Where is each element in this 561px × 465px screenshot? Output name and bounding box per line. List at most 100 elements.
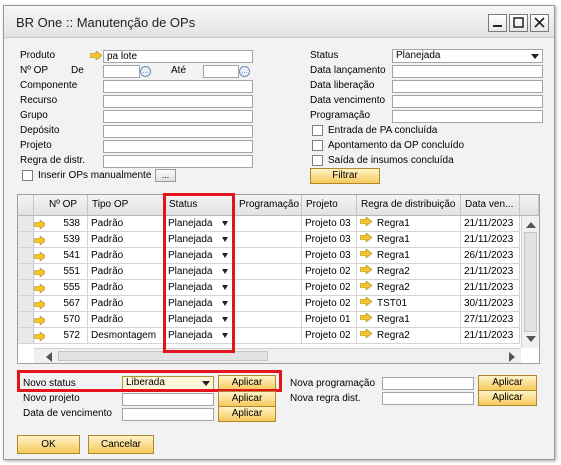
title-bar[interactable]: BR One :: Manutenção de OPs <box>4 6 554 38</box>
vertical-scroll-thumb[interactable] <box>524 232 537 332</box>
row-header[interactable] <box>18 248 34 264</box>
link-arrow-icon[interactable] <box>34 264 45 280</box>
data-vencimento-novo-input[interactable] <box>122 408 214 421</box>
cell-tipo: Padrão <box>88 280 165 296</box>
link-arrow-icon[interactable] <box>359 216 373 231</box>
cell-programacao[interactable] <box>235 280 302 296</box>
cancelar-button[interactable]: Cancelar <box>88 435 154 454</box>
link-arrow-icon[interactable] <box>359 280 373 295</box>
status-select[interactable]: Planejada <box>392 49 543 63</box>
cell-data: 26/11/2023 <box>461 248 520 264</box>
nova-regra-input[interactable] <box>382 392 474 405</box>
maximize-button[interactable] <box>509 14 528 32</box>
nop-ate-input[interactable] <box>203 65 239 78</box>
aplicar-data-button[interactable]: Aplicar <box>218 406 276 422</box>
componente-input[interactable] <box>103 80 253 93</box>
choose-from-list-icon[interactable]: … <box>140 66 151 77</box>
cell-data: 21/11/2023 <box>461 216 520 232</box>
filtrar-button[interactable]: Filtrar <box>310 168 380 184</box>
data-liberacao-input[interactable] <box>392 80 543 93</box>
cell-programacao[interactable] <box>235 264 302 280</box>
data-vencimento-label: Data vencimento <box>310 95 386 106</box>
aplicar-regra-button[interactable]: Aplicar <box>478 390 537 406</box>
link-arrow-icon[interactable] <box>359 264 373 279</box>
vertical-scrollbar[interactable] <box>521 216 539 348</box>
apontamento-checkbox[interactable] <box>312 140 323 151</box>
projeto-input[interactable] <box>103 140 253 153</box>
cell-tipo: Padrão <box>88 264 165 280</box>
link-arrow-icon[interactable] <box>34 232 45 248</box>
entrada-checkbox[interactable] <box>312 125 323 136</box>
aplicar-programacao-button[interactable]: Aplicar <box>478 375 537 391</box>
link-arrow-icon[interactable] <box>359 312 373 327</box>
saida-checkbox[interactable] <box>312 155 323 166</box>
cell-regra-value: Regra2 <box>377 282 410 294</box>
col-header-regra[interactable]: Regra de distribuição <box>357 195 461 216</box>
cell-nop: 570 <box>45 312 88 328</box>
grupo-input[interactable] <box>103 110 253 123</box>
choose-from-list-icon[interactable]: … <box>239 66 250 77</box>
row-header[interactable] <box>18 264 34 280</box>
cell-regra: TST01 <box>357 296 461 312</box>
status-column-highlight <box>163 193 235 353</box>
cell-regra: Regra2 <box>357 264 461 280</box>
browse-button[interactable]: ... <box>155 169 176 182</box>
cell-programacao[interactable] <box>235 248 302 264</box>
deposito-label: Depósito <box>20 125 60 136</box>
aplicar-projeto-button[interactable]: Aplicar <box>218 391 276 407</box>
data-lancamento-input[interactable] <box>392 65 543 78</box>
produto-input[interactable]: pa lote <box>103 50 253 63</box>
link-arrow-icon[interactable] <box>34 280 45 296</box>
row-header[interactable] <box>18 296 34 312</box>
chevron-down-icon <box>531 54 539 59</box>
cell-programacao[interactable] <box>235 296 302 312</box>
col-header-programacao[interactable]: Programação <box>235 195 302 216</box>
cell-programacao[interactable] <box>235 328 302 344</box>
link-arrow-icon[interactable] <box>90 51 102 60</box>
cell-programacao[interactable] <box>235 312 302 328</box>
link-arrow-icon[interactable] <box>34 296 45 312</box>
scroll-left-icon <box>46 352 52 362</box>
link-arrow-icon[interactable] <box>359 296 373 311</box>
link-arrow-icon[interactable] <box>34 328 45 344</box>
link-arrow-icon[interactable] <box>34 248 45 264</box>
deposito-input[interactable] <box>103 125 253 138</box>
data-vencimento-input[interactable] <box>392 95 543 108</box>
cell-data: 21/11/2023 <box>461 264 520 280</box>
regra-input[interactable] <box>103 155 253 168</box>
programacao-input[interactable] <box>392 110 543 123</box>
row-header[interactable] <box>18 312 34 328</box>
col-header-projeto[interactable]: Projeto <box>302 195 357 216</box>
col-header-nop[interactable]: Nº OP <box>45 195 88 216</box>
nova-programacao-input[interactable] <box>382 377 474 390</box>
cell-projeto: Projeto 02 <box>302 264 357 280</box>
recurso-input[interactable] <box>103 95 253 108</box>
row-header[interactable] <box>18 280 34 296</box>
link-arrow-icon[interactable] <box>359 248 373 263</box>
inserir-ops-checkbox[interactable] <box>22 170 33 181</box>
data-vencimento-novo-label: Data de vencimento <box>23 408 112 419</box>
cell-regra: Regra1 <box>357 312 461 328</box>
cell-programacao[interactable] <box>235 216 302 232</box>
row-header[interactable] <box>18 232 34 248</box>
close-icon <box>534 17 545 28</box>
nop-de-input[interactable] <box>103 65 140 78</box>
link-arrow-icon[interactable] <box>34 312 45 328</box>
row-header[interactable] <box>18 328 34 344</box>
col-header-data[interactable]: Data ven... <box>461 195 520 216</box>
cell-tipo: Padrão <box>88 312 165 328</box>
col-header-tipo[interactable]: Tipo OP <box>88 195 165 216</box>
link-arrow-icon[interactable] <box>34 216 45 232</box>
close-button[interactable] <box>530 14 549 32</box>
manutencao-ops-window: BR One :: Manutenção de OPs Produto pa l… <box>3 5 555 460</box>
novo-projeto-input[interactable] <box>122 393 214 406</box>
cell-programacao[interactable] <box>235 232 302 248</box>
row-header[interactable] <box>18 216 34 232</box>
horizontal-scrollbar[interactable] <box>34 348 521 363</box>
link-arrow-icon[interactable] <box>359 232 373 247</box>
cell-projeto: Projeto 01 <box>302 312 357 328</box>
link-arrow-icon[interactable] <box>359 328 373 343</box>
cell-data: 30/11/2023 <box>461 296 520 312</box>
ok-button[interactable]: OK <box>17 435 80 454</box>
minimize-button[interactable] <box>488 14 507 32</box>
